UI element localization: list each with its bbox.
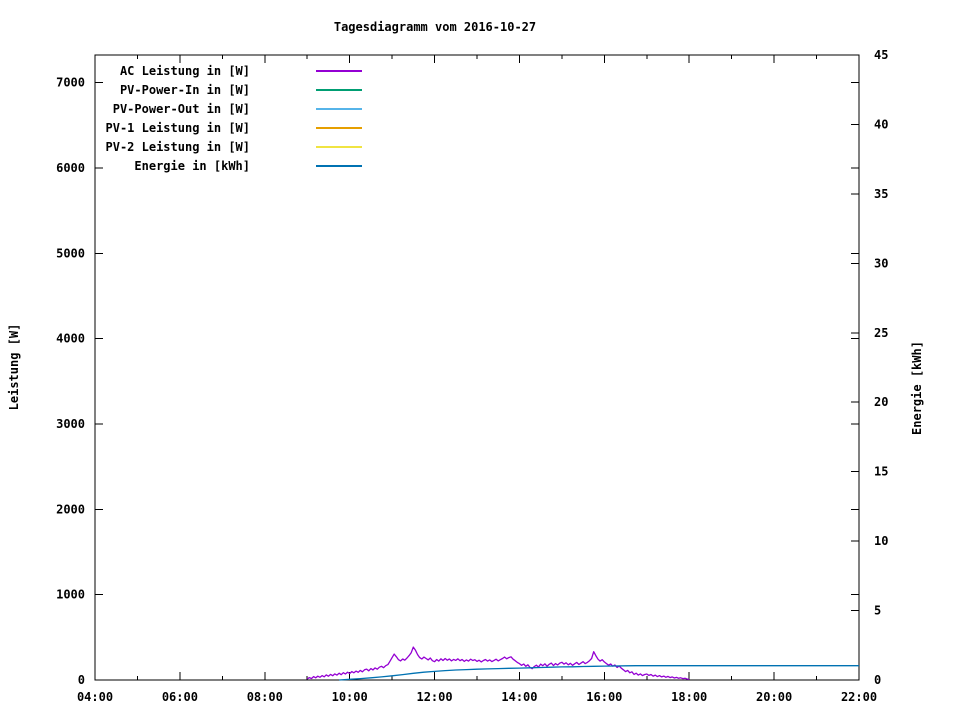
svg-text:PV-Power-In in [W]: PV-Power-In in [W] bbox=[120, 83, 250, 97]
series-line bbox=[339, 665, 859, 681]
svg-text:5000: 5000 bbox=[56, 246, 85, 260]
legend-entry: Energie in [kWh] bbox=[134, 159, 362, 173]
legend: AC Leistung in [W] PV-Power-In in [W] PV-P… bbox=[106, 64, 362, 173]
svg-text:PV-1 Leistung in [W]: PV-1 Leistung in [W] bbox=[106, 121, 251, 135]
svg-text:25: 25 bbox=[874, 326, 888, 340]
svg-text:7000: 7000 bbox=[56, 76, 85, 90]
svg-text:10:00: 10:00 bbox=[332, 690, 368, 704]
svg-text:0: 0 bbox=[874, 673, 881, 687]
svg-text:20: 20 bbox=[874, 395, 888, 409]
svg-text:2000: 2000 bbox=[56, 502, 85, 516]
svg-text:PV-Power-Out in [W]: PV-Power-Out in [W] bbox=[113, 102, 250, 116]
svg-text:40: 40 bbox=[874, 117, 888, 131]
legend-entry: AC Leistung in [W] bbox=[120, 64, 362, 78]
svg-text:30: 30 bbox=[874, 256, 888, 270]
series-line bbox=[306, 646, 690, 680]
chart-canvas: 04:00 06:00 08:00 10:00 12:00 14:00 16:00 18:00… bbox=[56, 48, 888, 704]
svg-text:45: 45 bbox=[874, 48, 888, 62]
svg-text:10: 10 bbox=[874, 534, 888, 548]
legend-entry: PV-2 Leistung in [W] bbox=[106, 140, 362, 154]
svg-text:Energie in [kWh]: Energie in [kWh] bbox=[134, 159, 250, 173]
svg-text:PV-2 Leistung in [W]: PV-2 Leistung in [W] bbox=[106, 140, 251, 154]
svg-text:4000: 4000 bbox=[56, 332, 85, 346]
svg-text:14:00: 14:00 bbox=[501, 690, 537, 704]
chart-window: Tagesdiagramm vom 2016-10-27 Leistung [W… bbox=[0, 0, 960, 720]
svg-text:5: 5 bbox=[874, 604, 881, 618]
svg-text:0: 0 bbox=[78, 673, 85, 687]
svg-text:6000: 6000 bbox=[56, 161, 85, 175]
svg-text:08:00: 08:00 bbox=[247, 690, 283, 704]
data-series bbox=[306, 646, 859, 681]
svg-text:06:00: 06:00 bbox=[162, 690, 198, 704]
svg-text:12:00: 12:00 bbox=[416, 690, 452, 704]
svg-text:AC Leistung in [W]: AC Leistung in [W] bbox=[120, 64, 250, 78]
svg-text:04:00: 04:00 bbox=[77, 690, 113, 704]
legend-entry: PV-Power-In in [W] bbox=[120, 83, 362, 97]
svg-text:22:00: 22:00 bbox=[841, 690, 877, 704]
legend-entry: PV-1 Leistung in [W] bbox=[106, 121, 362, 135]
svg-text:35: 35 bbox=[874, 187, 888, 201]
svg-text:1000: 1000 bbox=[56, 588, 85, 602]
svg-text:15: 15 bbox=[874, 465, 888, 479]
svg-text:3000: 3000 bbox=[56, 417, 85, 431]
svg-text:18:00: 18:00 bbox=[671, 690, 707, 704]
y2-axis-ticks: 0 5 10 15 20 25 30 35 40 45 bbox=[851, 48, 888, 687]
svg-text:16:00: 16:00 bbox=[586, 690, 622, 704]
legend-entry: PV-Power-Out in [W] bbox=[113, 102, 362, 116]
svg-text:20:00: 20:00 bbox=[756, 690, 792, 704]
